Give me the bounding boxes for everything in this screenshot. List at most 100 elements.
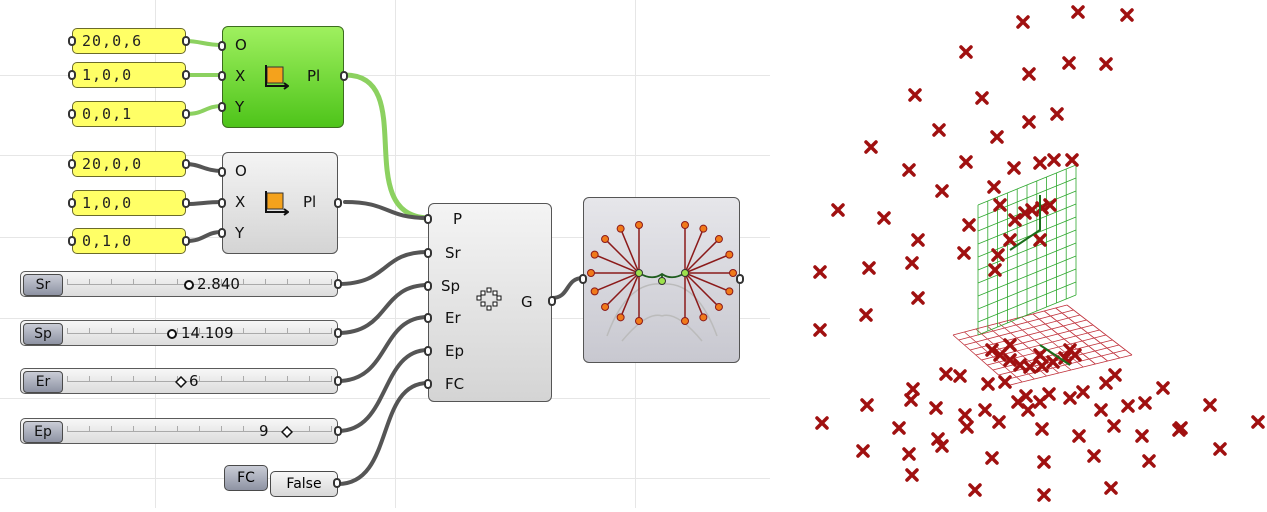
slider-name: Sr (23, 274, 63, 296)
output-port[interactable] (182, 236, 190, 246)
slider-tick (67, 328, 68, 334)
panel-x-axis-a[interactable]: 1,0,0 (68, 62, 190, 88)
point-marker (1108, 368, 1122, 382)
point-marker (904, 393, 918, 407)
number-slider-er[interactable]: Er 6 (20, 368, 342, 394)
slider-tick (331, 426, 332, 432)
rhino-viewport[interactable] (770, 0, 1267, 508)
input-port[interactable] (218, 167, 226, 177)
input-port[interactable] (424, 379, 432, 389)
input-port[interactable] (68, 70, 76, 80)
construct-plane-component-b[interactable]: O X Y Pl (218, 152, 342, 254)
slider-tick (155, 279, 156, 285)
grasshopper-canvas[interactable]: 20,0,6 1,0,0 0,0,1 O X Y Pl 20,0,0 1,0,0… (0, 0, 770, 508)
panel-y-axis-b[interactable]: 0,1,0 (68, 228, 190, 254)
panel-value[interactable]: 20,0,6 (82, 32, 142, 50)
point-marker (902, 447, 916, 461)
point-marker (978, 403, 992, 417)
preview-point (601, 302, 610, 311)
point-marker (935, 184, 949, 198)
point-marker (1203, 398, 1217, 412)
input-port[interactable] (68, 109, 76, 119)
point-marker (959, 45, 973, 59)
main-component[interactable]: P Sr Sp Er Ep FC G (424, 203, 556, 402)
input-port[interactable] (218, 228, 226, 238)
output-port[interactable] (334, 426, 342, 436)
slider-tick (111, 376, 112, 382)
input-port[interactable] (218, 71, 226, 81)
construct-plane-component-a[interactable]: O X Y Pl (218, 26, 348, 128)
preview-ray (684, 272, 720, 308)
slider-tick (221, 426, 222, 432)
output-port[interactable] (334, 279, 342, 289)
point-marker (1213, 442, 1227, 456)
slider-knob-icon[interactable] (183, 279, 195, 291)
preview-component[interactable] (579, 197, 744, 363)
input-port[interactable] (424, 313, 432, 323)
panel-value[interactable]: 1,0,0 (82, 66, 132, 84)
input-port[interactable] (424, 281, 432, 291)
preview-point (729, 269, 737, 277)
output-port[interactable] (548, 296, 556, 306)
input-port[interactable] (424, 214, 432, 224)
output-port[interactable] (182, 198, 190, 208)
slider-tick (331, 328, 332, 334)
point-marker (1087, 449, 1101, 463)
input-port[interactable] (68, 198, 76, 208)
input-port[interactable] (68, 36, 76, 46)
plane-icon (265, 191, 289, 216)
point-marker (1065, 153, 1079, 167)
output-port[interactable] (340, 71, 348, 81)
point-marker (968, 483, 982, 497)
panel-value[interactable]: 0,1,0 (82, 232, 132, 250)
panel-value[interactable]: 0,0,1 (82, 105, 132, 123)
slider-knob-icon[interactable] (281, 426, 293, 438)
number-slider-ep[interactable]: Ep 9 (20, 418, 342, 444)
point-marker (1076, 385, 1090, 399)
point-marker (856, 444, 870, 458)
panel-origin-a[interactable]: 20,0,6 (68, 28, 190, 54)
output-port[interactable] (182, 36, 190, 46)
slider-tick (265, 328, 266, 334)
input-port[interactable] (68, 159, 76, 169)
output-port[interactable] (334, 376, 342, 386)
input-port[interactable] (218, 102, 226, 112)
slider-track[interactable] (67, 376, 332, 382)
panel-origin-b[interactable]: 20,0,0 (68, 151, 190, 177)
panel-y-axis-a[interactable]: 0,0,1 (68, 101, 190, 127)
point-marker (911, 291, 925, 305)
slider-knob-icon[interactable] (166, 328, 178, 340)
output-port[interactable] (736, 274, 744, 284)
number-slider-sp[interactable]: Sp 14.109 (20, 320, 342, 346)
number-slider-sr[interactable]: Sr 2.840 (20, 271, 342, 297)
point-marker (987, 180, 1001, 194)
point-marker (1022, 115, 1036, 129)
input-label-x: X (235, 193, 246, 211)
slider-tick (67, 376, 68, 382)
output-port[interactable] (182, 109, 190, 119)
panel-value[interactable]: 1,0,0 (82, 194, 132, 212)
point-marker (1099, 57, 1113, 71)
input-port[interactable] (579, 274, 587, 284)
panel-x-axis-b[interactable]: 1,0,0 (68, 190, 190, 216)
input-port[interactable] (424, 346, 432, 356)
slider-tick (89, 426, 90, 432)
slider-knob-icon[interactable] (175, 376, 187, 388)
input-port[interactable] (218, 198, 226, 208)
output-port[interactable] (182, 159, 190, 169)
output-port[interactable] (334, 198, 342, 208)
point-marker (1022, 67, 1036, 81)
output-port[interactable] (182, 70, 190, 80)
slider-tick (309, 279, 310, 285)
input-port[interactable] (424, 248, 432, 258)
boolean-toggle-button[interactable]: False (270, 471, 338, 497)
point-marker (939, 367, 953, 381)
output-port[interactable] (334, 328, 342, 338)
output-port[interactable] (333, 478, 341, 488)
slider-name: Ep (23, 421, 63, 443)
panel-value[interactable]: 20,0,0 (82, 155, 142, 173)
toggle-name: FC (224, 465, 268, 491)
input-port[interactable] (68, 236, 76, 246)
input-port[interactable] (218, 41, 226, 51)
output-label-pl: Pl (303, 193, 317, 211)
